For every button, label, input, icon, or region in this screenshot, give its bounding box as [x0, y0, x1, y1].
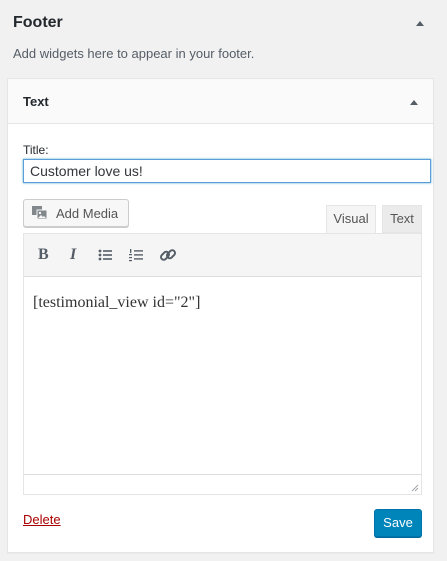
- link-icon: [160, 249, 176, 261]
- italic-icon: I: [70, 246, 77, 263]
- widget-area-description: Add widgets here to appear in your foote…: [13, 46, 255, 61]
- add-media-button[interactable]: Add Media: [23, 199, 129, 227]
- widget-header[interactable]: Text: [8, 79, 433, 124]
- tab-visual[interactable]: Visual: [326, 205, 376, 233]
- numbered-list-button[interactable]: [125, 244, 147, 266]
- editor-content[interactable]: [testimonial_view id="2"]: [33, 294, 413, 312]
- editor-toolbar: B I: [24, 234, 421, 277]
- tab-text[interactable]: Text: [382, 205, 422, 233]
- title-field-label: Title:: [23, 143, 49, 157]
- rich-text-editor: B I [testimonial_view id="2"]: [23, 233, 422, 495]
- editor-statusbar: [24, 474, 421, 494]
- widget-area-header: Footer Add widgets here to appear in you…: [0, 0, 447, 70]
- bold-button[interactable]: B: [33, 244, 55, 266]
- widget-title: Text: [23, 94, 49, 109]
- italic-button[interactable]: I: [63, 244, 85, 266]
- save-button[interactable]: Save: [374, 509, 422, 537]
- add-media-label: Add Media: [56, 206, 119, 221]
- collapse-arrow-icon[interactable]: [409, 97, 419, 107]
- title-input[interactable]: [23, 159, 431, 183]
- text-widget: Text Title: Add Media Visual Text B: [7, 78, 434, 553]
- bulleted-list-icon: [98, 249, 112, 261]
- add-media-icon: [32, 206, 48, 220]
- bulleted-list-button[interactable]: [94, 244, 116, 266]
- bold-icon: B: [38, 246, 49, 263]
- delete-link[interactable]: Delete: [23, 512, 61, 527]
- collapse-arrow-icon[interactable]: [415, 18, 425, 28]
- resize-handle-icon[interactable]: [409, 482, 419, 492]
- numbered-list-icon: [129, 249, 143, 262]
- customizer-panel: Footer Add widgets here to appear in you…: [0, 0, 447, 561]
- widget-area-title: Footer: [13, 14, 63, 31]
- insert-link-button[interactable]: [157, 244, 179, 266]
